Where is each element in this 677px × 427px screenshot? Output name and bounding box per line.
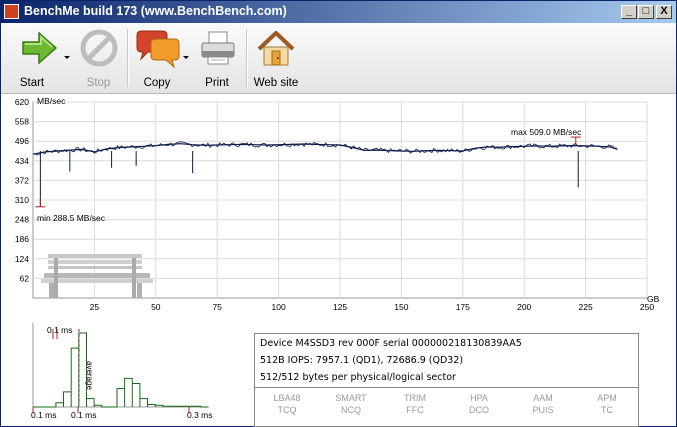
house-icon — [257, 31, 295, 66]
start-label: Start — [19, 77, 45, 89]
throughput-chart-svg: 62 124 186 248 310 372 434 496 558 620 25 50 75 100 1… — [15, 96, 660, 312]
peak-label: 0.1 ms — [47, 325, 73, 335]
x-tick-label: 100 — [272, 302, 286, 312]
y-tick-label: 620 — [15, 97, 29, 107]
chevron-down-icon[interactable] — [183, 56, 189, 59]
y-axis: 62 124 186 248 310 372 434 496 558 620 — [15, 97, 29, 283]
feature-bottom: DCO — [469, 405, 489, 415]
y-tick-label: 186 — [15, 234, 29, 244]
stop-icon — [80, 29, 118, 67]
y-tick-label: 496 — [15, 136, 29, 146]
chevron-down-icon[interactable] — [64, 56, 70, 59]
hist-x-label-2: 0.1 ms — [71, 410, 97, 420]
feature-flag: LBA48 TCQ — [255, 392, 319, 416]
speech-bubbles-icon — [136, 30, 180, 69]
feature-bottom: TCQ — [277, 405, 297, 415]
y-tick-label: 558 — [15, 117, 29, 127]
y-tick-label: 248 — [15, 215, 29, 225]
y-axis-label: MB/sec — [37, 96, 66, 106]
min-label: min 288.5 MB/sec — [37, 213, 106, 223]
average-label: average — [85, 361, 94, 390]
y-tick-label: 124 — [15, 254, 29, 264]
x-tick-label: 125 — [333, 302, 347, 312]
stop-button[interactable]: Stop — [71, 23, 126, 93]
series-layer — [32, 141, 618, 207]
arrow-right-icon — [22, 31, 58, 65]
y-tick-label: 434 — [15, 156, 29, 166]
feature-flag: APM TC — [575, 392, 639, 416]
copy-label: Copy — [143, 77, 171, 89]
device-info-box: Device M4SSD3 rev 000F serial 0000002181… — [254, 333, 639, 427]
x-tick-label: 75 — [212, 302, 222, 312]
histogram-line — [33, 332, 209, 408]
x-tick-label: 175 — [456, 302, 470, 312]
x-tick-label: 200 — [517, 302, 531, 312]
hist-x-label-3: 0.3 ms — [187, 410, 213, 420]
title-bar[interactable]: BenchMe build 173 (www.BenchBench.com) _… — [1, 1, 676, 23]
hist-x-label-1: 0.1 ms — [31, 410, 57, 420]
throughput-chart: 62 124 186 248 310 372 434 496 558 620 25 50 75 100 1… — [1, 94, 676, 319]
feature-flag: TRIM FFC — [383, 392, 447, 416]
x-axis-label: GB — [647, 294, 660, 304]
device-line: Device M4SSD3 rev 000F serial 0000002181… — [260, 338, 522, 349]
close-button[interactable]: X — [656, 5, 672, 19]
print-button[interactable]: Print — [194, 23, 240, 93]
window-title: BenchMe build 173 (www.BenchBench.com) — [24, 4, 287, 18]
x-axis: 25 50 75 100 125 150 175 200 225 250 — [90, 302, 655, 312]
throughput-line — [32, 143, 618, 155]
stop-label: Stop — [86, 77, 111, 89]
feature-flag: HPA DCO — [447, 392, 511, 416]
feature-flag: AAM PUIS — [511, 392, 575, 416]
app-window: BenchMe build 173 (www.BenchBench.com) _… — [0, 0, 677, 427]
x-tick-label: 25 — [90, 302, 100, 312]
feature-bottom: PUIS — [532, 405, 554, 415]
feature-top: SMART — [335, 393, 367, 403]
toolbar: Start Stop Copy Print Web site — [1, 23, 676, 94]
iops-line: 512B IOPS: 7957.1 (QD1), 72686.9 (QD32) — [260, 355, 464, 366]
throughput-noise — [32, 141, 617, 156]
feature-bottom: FFC — [406, 405, 424, 415]
y-tick-label: 62 — [20, 273, 30, 283]
website-label: Web site — [253, 77, 299, 89]
toolbar-separator — [246, 29, 248, 87]
y-tick-label: 310 — [15, 195, 29, 205]
copy-button[interactable]: Copy — [130, 23, 192, 93]
x-tick-label: 225 — [579, 302, 593, 312]
bench-illustration — [41, 254, 153, 298]
start-button[interactable]: Start — [7, 23, 70, 93]
print-label: Print — [205, 77, 229, 89]
feature-bottom: NCQ — [341, 405, 361, 415]
y-tick-label: 372 — [15, 175, 29, 185]
feature-top: TRIM — [404, 393, 426, 403]
website-button[interactable]: Web site — [250, 23, 302, 93]
printer-icon — [201, 31, 235, 65]
latency-histogram: 0.1 ms average 0.1 ms 0.1 ms 0.3 ms — [31, 323, 213, 420]
feature-top: LBA48 — [273, 393, 301, 403]
feature-bottom: TC — [601, 405, 613, 415]
app-icon — [4, 4, 19, 19]
feature-flag: SMART NCQ — [319, 392, 383, 416]
bottom-panel: 0.1 ms average 0.1 ms 0.1 ms 0.3 ms Devi… — [1, 319, 676, 427]
x-tick-label: 150 — [394, 302, 408, 312]
sector-line: 512/512 bytes per physical/logical secto… — [260, 372, 456, 383]
feature-top: HPA — [470, 393, 488, 403]
x-tick-label: 50 — [151, 302, 161, 312]
toolbar-separator — [127, 29, 129, 87]
max-label: max 509.0 MB/sec — [511, 127, 582, 137]
feature-flags: LBA48 TCQ SMART NCQ TRIM FFC HPA DCO AAM PUIS… — [255, 387, 638, 427]
maximize-button[interactable]: □ — [638, 5, 654, 19]
feature-top: APM — [597, 393, 617, 403]
feature-top: AAM — [533, 393, 553, 403]
minimize-button[interactable]: _ — [621, 5, 637, 19]
